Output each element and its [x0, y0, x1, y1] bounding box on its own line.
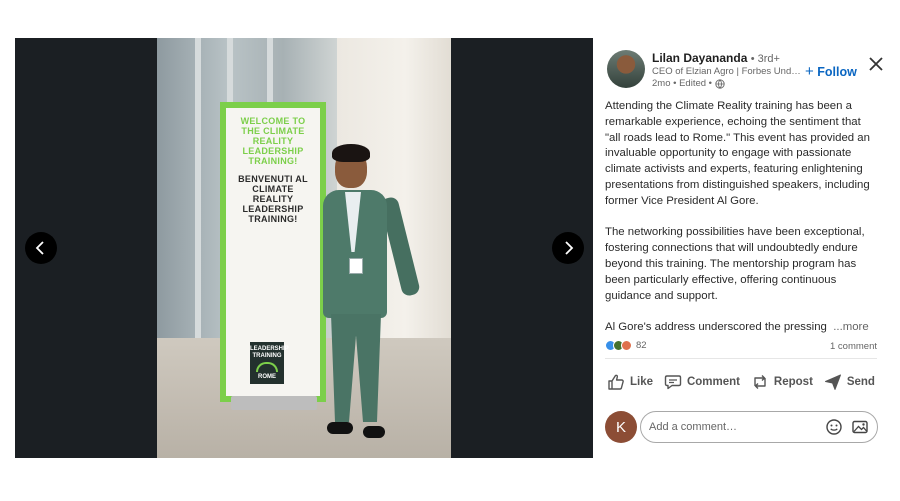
- event-banner: WELCOME TO THE CLIMATE REALITY LEADERSHI…: [220, 102, 326, 402]
- logo-city: ROME: [258, 374, 276, 380]
- connection-degree: • 3rd+: [750, 53, 780, 65]
- author-name-text[interactable]: Lilan Dayananda: [652, 51, 747, 65]
- follow-button[interactable]: + Follow: [805, 63, 857, 80]
- comment-count-link[interactable]: 1 comment: [830, 341, 877, 352]
- photo-viewer: WELCOME TO THE CLIMATE REALITY LEADERSHI…: [15, 38, 593, 458]
- event-logo: LEADERSHIP TRAINING ROME: [250, 342, 289, 384]
- post-photo: WELCOME TO THE CLIMATE REALITY LEADERSHI…: [157, 38, 451, 458]
- person-hair: [332, 144, 370, 162]
- comment-box[interactable]: [640, 411, 878, 443]
- repost-button[interactable]: Repost: [749, 371, 815, 393]
- author-avatar[interactable]: [607, 50, 645, 88]
- post-truncated-line: Al Gore's address underscored the pressi…: [605, 320, 877, 336]
- like-label: Like: [630, 376, 654, 388]
- person-shoe: [327, 422, 353, 434]
- logo-line1: LEADERSHIP: [250, 346, 289, 352]
- post-body: Attending the Climate Reality training h…: [605, 99, 877, 336]
- person-figure: [317, 144, 421, 440]
- comment-button[interactable]: Comment: [662, 371, 742, 393]
- post-paragraph: Attending the Climate Reality training h…: [605, 100, 870, 207]
- divider: [605, 358, 877, 359]
- thumbs-up-icon: [608, 374, 624, 390]
- post-timestamp: 2mo • Edited •: [652, 78, 712, 89]
- post-actions: Like Comment Repost Send: [605, 371, 877, 393]
- person-shoe: [363, 426, 385, 438]
- plus-icon: +: [805, 63, 814, 80]
- person-badge: [349, 258, 363, 274]
- comment-input[interactable]: [649, 421, 817, 433]
- author-headline: CEO of Elzian Agro | Forbes Under 30: [652, 66, 802, 77]
- comment-label: Comment: [686, 376, 740, 388]
- reaction-count: 82: [636, 340, 647, 351]
- send-button[interactable]: Send: [822, 371, 877, 393]
- repost-label: Repost: [773, 376, 813, 388]
- logo-arc: [256, 362, 278, 372]
- love-reaction-icon: [621, 340, 632, 351]
- image-icon[interactable]: [851, 418, 869, 436]
- author-name[interactable]: Lilan Dayananda • 3rd+: [652, 51, 780, 65]
- current-user-avatar[interactable]: K: [605, 411, 637, 443]
- repost-icon: [754, 375, 766, 389]
- close-icon[interactable]: [867, 55, 885, 73]
- send-icon: [824, 374, 841, 390]
- emoji-icon[interactable]: [825, 418, 843, 436]
- post-side-panel: Lilan Dayananda • 3rd+ CEO of Elzian Agr…: [593, 38, 885, 458]
- post-meta: 2mo • Edited •: [652, 78, 725, 89]
- post-paragraph: The networking possibilities have been e…: [605, 226, 865, 302]
- logo-line2: TRAINING: [252, 353, 282, 359]
- person-legs: [331, 314, 381, 422]
- post-last-line: Al Gore's address underscored the pressi…: [605, 321, 827, 334]
- banner-panel: WELCOME TO THE CLIMATE REALITY LEADERSHI…: [226, 108, 320, 396]
- previous-image-button[interactable]: [25, 232, 57, 264]
- reactions-summary[interactable]: 82: [605, 340, 647, 351]
- banner-welcome-text: WELCOME TO THE CLIMATE REALITY LEADERSHI…: [240, 116, 306, 166]
- chevron-right-icon: [565, 241, 574, 255]
- chevron-left-icon: [35, 241, 44, 255]
- comment-icon: [664, 375, 682, 390]
- user-initial: K: [615, 418, 626, 436]
- globe-icon: [715, 78, 725, 89]
- send-label: Send: [846, 376, 875, 388]
- see-more-link[interactable]: ...more: [833, 321, 868, 333]
- like-button[interactable]: Like: [605, 371, 655, 393]
- banner-italian-text: BENVENUTI AL CLIMATE REALITY LEADERSHIP …: [238, 174, 308, 224]
- next-image-button[interactable]: [552, 232, 584, 264]
- banner-stand: [231, 396, 317, 410]
- follow-label: Follow: [817, 65, 857, 79]
